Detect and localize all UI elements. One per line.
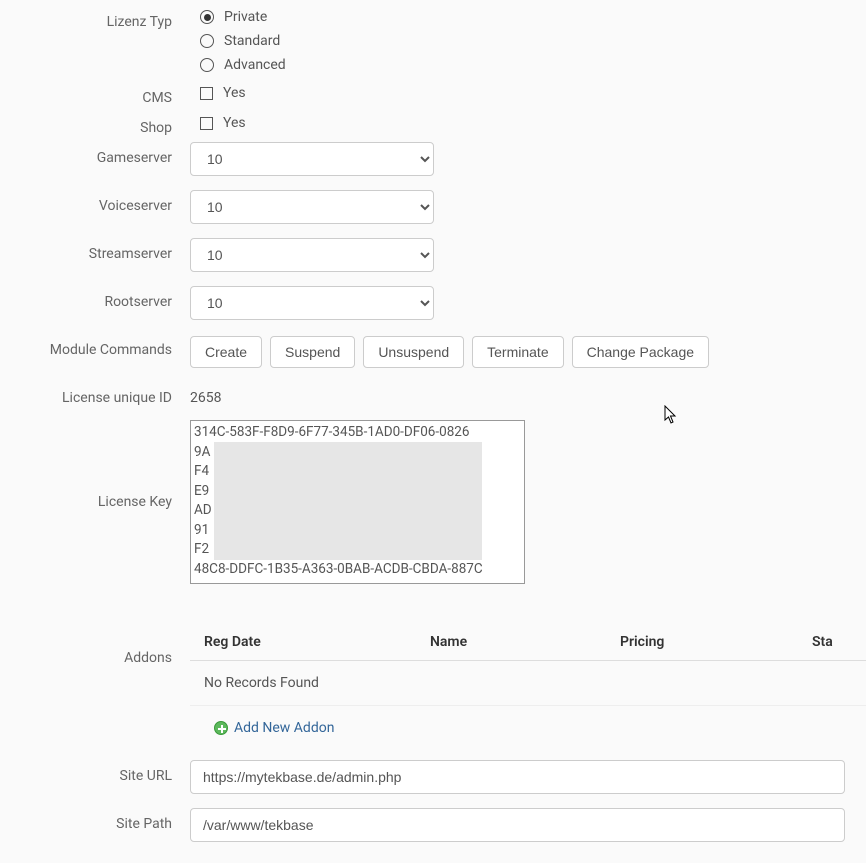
label-gameserver: Gameserver [0,142,190,166]
radio-label: Advanced [224,57,286,73]
checkbox-shop-yes[interactable]: Yes [190,112,866,134]
th-pricing: Pricing [620,634,812,650]
row-site-path: Site Path [0,808,866,842]
row-rootserver: Rootserver 10 [0,286,866,320]
radio-icon [200,34,214,48]
radio-standard[interactable]: Standard [190,30,866,52]
site-path-input[interactable] [190,808,845,842]
site-url-input[interactable] [190,760,845,794]
radio-label: Standard [224,33,280,49]
label-addons: Addons [0,594,190,666]
row-license-unique-id: License unique ID 2658 [0,382,866,406]
label-license-key: License Key [0,420,190,510]
row-site-url: Site URL [0,760,866,794]
row-voiceserver: Voiceserver 10 [0,190,866,224]
voiceserver-select[interactable]: 10 [190,190,434,224]
label-license-unique-id: License unique ID [0,382,190,406]
label-site-url: Site URL [0,760,190,784]
row-shop: Shop Yes [0,112,866,136]
row-cms: CMS Yes [0,82,866,106]
add-new-addon-link[interactable]: Add New Addon [234,720,334,736]
th-status: Sta [812,634,866,650]
license-key-wrapper [190,420,525,584]
radio-icon [200,58,214,72]
row-lizenz-typ: Lizenz Typ Private Standard Advanced [0,6,866,76]
row-license-key: License Key [0,420,866,584]
suspend-button[interactable]: Suspend [270,336,355,368]
label-streamserver: Streamserver [0,238,190,262]
module-commands-buttons: Create Suspend Unsuspend Terminate Chang… [190,334,866,368]
license-key-textarea[interactable] [190,420,525,584]
addons-no-records: No Records Found [190,661,866,706]
change-package-button[interactable]: Change Package [572,336,709,368]
label-site-path: Site Path [0,808,190,832]
plus-icon [214,721,228,735]
addons-table: Reg Date Name Pricing Sta No Records Fou… [190,624,866,750]
row-addons: Addons Reg Date Name Pricing Sta No Reco… [0,594,866,750]
checkbox-icon [200,117,213,130]
add-new-addon-row: Add New Addon [190,706,866,750]
terminate-button[interactable]: Terminate [472,336,563,368]
label-voiceserver: Voiceserver [0,190,190,214]
create-button[interactable]: Create [190,336,262,368]
shop-checkbox-group: Yes [190,112,866,134]
lizenz-typ-radio-group: Private Standard Advanced [190,6,866,76]
label-shop: Shop [0,112,190,136]
gameserver-select[interactable]: 10 [190,142,434,176]
unsuspend-button[interactable]: Unsuspend [363,336,464,368]
checkbox-cms-yes[interactable]: Yes [190,82,866,104]
checkbox-label: Yes [223,115,246,131]
label-lizenz-typ: Lizenz Typ [0,6,190,30]
radio-advanced[interactable]: Advanced [190,54,866,76]
th-reg-date: Reg Date [190,634,430,650]
radio-icon [200,10,214,24]
radio-label: Private [224,9,267,25]
addons-table-header: Reg Date Name Pricing Sta [190,624,866,661]
label-cms: CMS [0,82,190,106]
rootserver-select[interactable]: 10 [190,286,434,320]
label-rootserver: Rootserver [0,286,190,310]
label-module-commands: Module Commands [0,334,190,358]
license-unique-id-value: 2658 [190,382,866,406]
row-gameserver: Gameserver 10 [0,142,866,176]
row-module-commands: Module Commands Create Suspend Unsuspend… [0,334,866,368]
checkbox-icon [200,87,213,100]
radio-private[interactable]: Private [190,6,866,28]
checkbox-label: Yes [223,85,246,101]
cms-checkbox-group: Yes [190,82,866,104]
form-panel: Lizenz Typ Private Standard Advanced CMS… [0,0,866,842]
streamserver-select[interactable]: 10 [190,238,434,272]
row-streamserver: Streamserver 10 [0,238,866,272]
th-name: Name [430,634,620,650]
